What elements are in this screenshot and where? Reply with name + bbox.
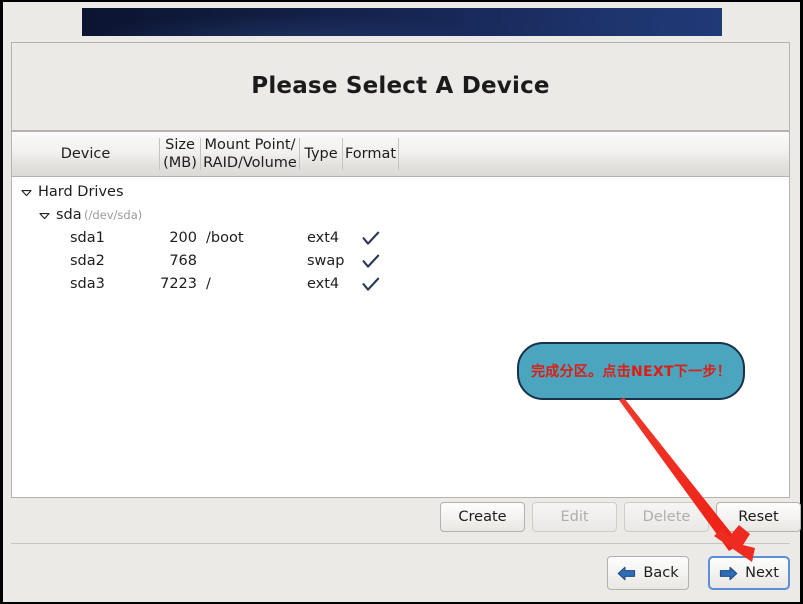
table-cell-format xyxy=(362,254,382,269)
arrow-left-icon xyxy=(618,566,636,580)
column-divider[interactable] xyxy=(398,138,399,170)
delete-button: Delete xyxy=(624,502,709,532)
installer-screen: Please Select A Device Device Size (MB) … xyxy=(0,0,803,604)
table-cell-mount-point: / xyxy=(206,276,211,292)
page-title: Please Select A Device xyxy=(251,73,550,99)
table-cell-device: sda2 xyxy=(70,253,105,269)
reset-button[interactable]: Reset xyxy=(716,502,801,532)
create-button[interactable]: Create xyxy=(440,502,525,532)
back-button[interactable]: Back xyxy=(607,556,689,590)
table-row[interactable]: Hard Drives xyxy=(12,181,789,204)
table-cell-format xyxy=(362,231,382,246)
table-cell-device: sda1 xyxy=(70,230,105,246)
table-cell-mount-point: /boot xyxy=(206,230,244,246)
arrow-right-icon xyxy=(720,566,738,580)
table-cell-type: ext4 xyxy=(307,276,340,292)
back-button-label: Back xyxy=(643,565,679,581)
partition-action-row: Create Edit Delete Reset xyxy=(11,502,801,534)
check-icon xyxy=(362,277,380,291)
table-cell-device-path: (/dev/sda) xyxy=(84,208,143,222)
column-header-size[interactable]: Size (MB) xyxy=(160,132,200,176)
table-row[interactable]: sda3 7223 / ext4 xyxy=(12,273,789,296)
table-row[interactable]: sda1 200 /boot ext4 xyxy=(12,227,789,250)
nav-separator xyxy=(11,543,790,544)
column-header-device[interactable]: Device xyxy=(12,132,159,176)
table-row[interactable]: sda (/dev/sda) xyxy=(12,204,789,227)
next-button[interactable]: Next xyxy=(708,556,790,590)
table-cell-type: ext4 xyxy=(307,230,340,246)
installer-window: Please Select A Device Device Size (MB) … xyxy=(3,2,801,602)
triangle-down-icon[interactable] xyxy=(20,181,33,204)
check-icon xyxy=(362,231,380,245)
annotation-callout: 完成分区。点击NEXT下一步！ xyxy=(517,342,745,400)
header-banner xyxy=(82,8,722,36)
table-cell-type: swap xyxy=(307,253,345,269)
check-icon xyxy=(362,254,380,268)
title-panel: Please Select A Device xyxy=(11,42,790,131)
column-header-size-line1: Size xyxy=(165,137,195,154)
table-cell-size: 200 xyxy=(169,230,197,246)
column-header-mount-point[interactable]: Mount Point/ RAID/Volume xyxy=(201,132,299,176)
table-cell-size: 768 xyxy=(169,253,197,269)
column-header-mount-line1: Mount Point/ xyxy=(204,137,296,154)
table-header: Device Size (MB) Mount Point/ RAID/Volum… xyxy=(12,132,789,177)
next-button-label: Next xyxy=(745,565,779,581)
column-header-mount-line2: RAID/Volume xyxy=(203,154,297,171)
column-header-type[interactable]: Type xyxy=(300,132,342,176)
column-header-format[interactable]: Format xyxy=(343,132,398,176)
device-tree[interactable]: Hard Drives sda (/dev/sda) sda1 200 /boo… xyxy=(12,177,789,296)
column-header-size-line2: (MB) xyxy=(163,154,197,171)
annotation-callout-text: 完成分区。点击NEXT下一步！ xyxy=(530,364,732,380)
table-cell-format xyxy=(362,277,382,292)
table-row[interactable]: sda2 768 swap xyxy=(12,250,789,273)
table-cell-device: Hard Drives xyxy=(38,184,124,200)
banner-sheen xyxy=(82,8,722,36)
device-list-panel[interactable]: Device Size (MB) Mount Point/ RAID/Volum… xyxy=(11,131,790,498)
table-cell-device: sda3 xyxy=(70,276,105,292)
triangle-down-icon[interactable] xyxy=(38,204,51,227)
table-cell-size: 7223 xyxy=(160,276,197,292)
table-cell-device: sda xyxy=(56,207,82,223)
edit-button: Edit xyxy=(532,502,617,532)
